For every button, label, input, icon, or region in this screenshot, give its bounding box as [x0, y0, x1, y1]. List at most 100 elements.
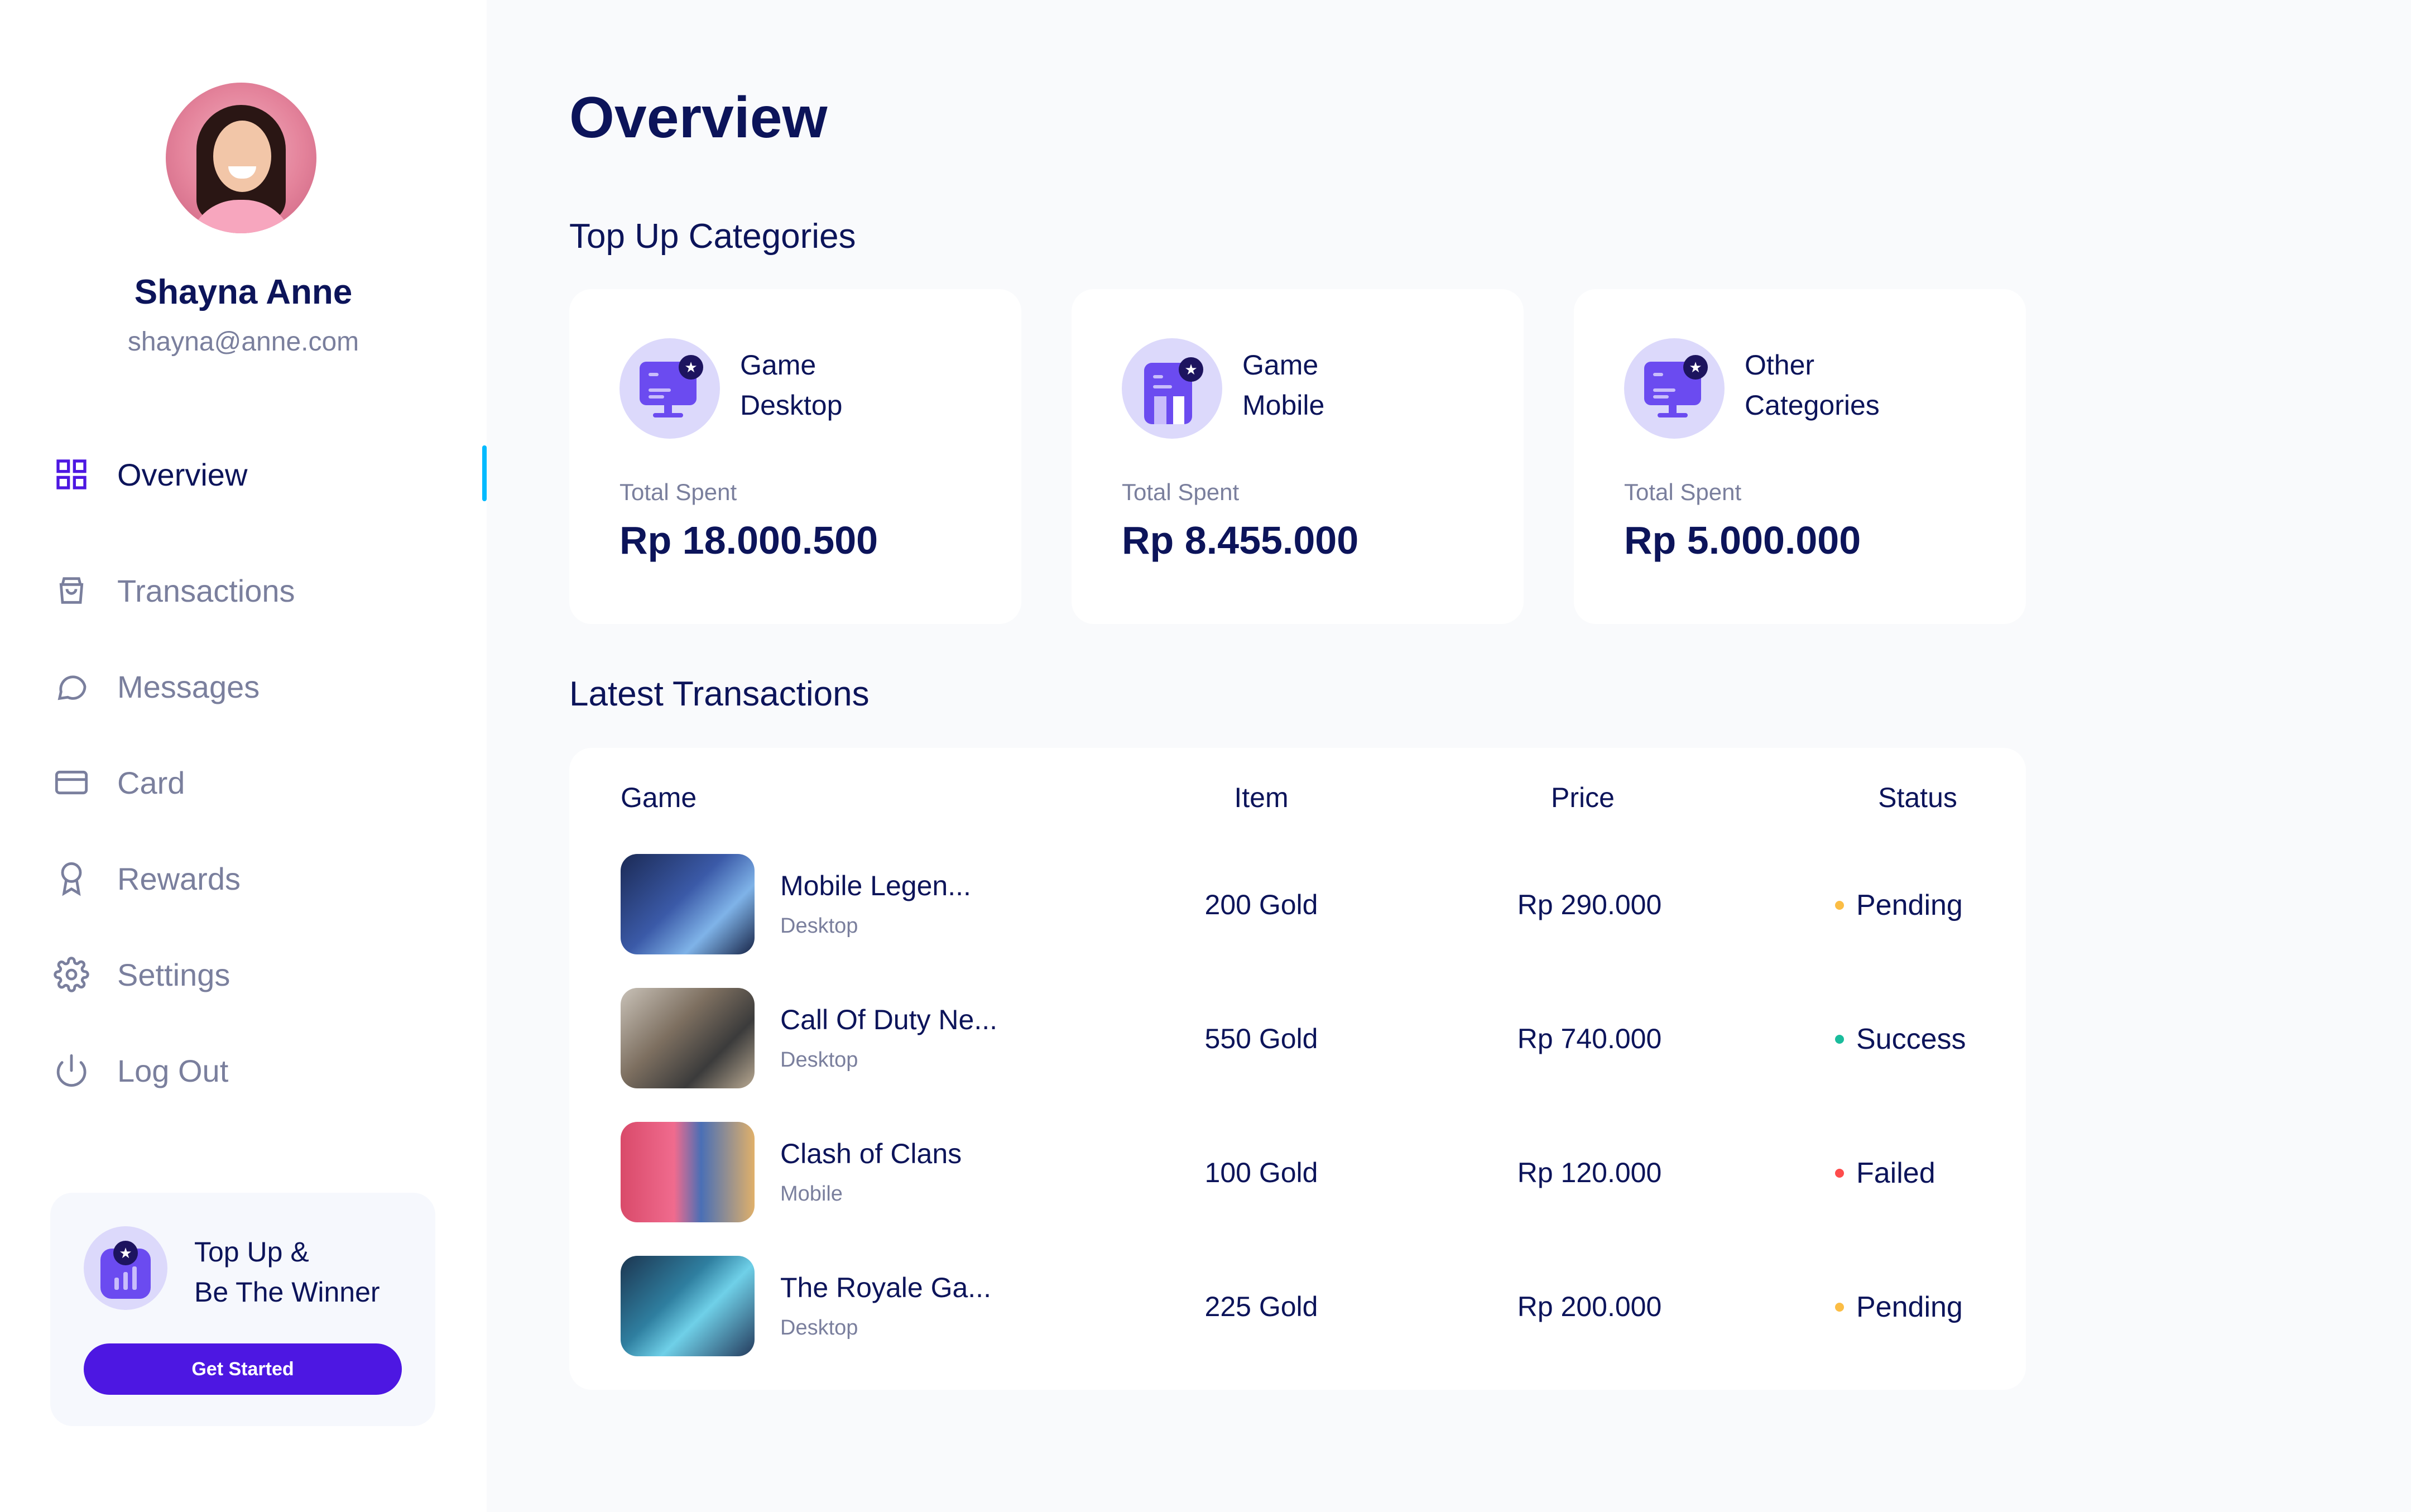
game-name: Call Of Duty Ne...	[780, 1004, 997, 1035]
svg-text:★: ★	[119, 1245, 132, 1262]
award-icon	[51, 858, 92, 899]
sidebar-item-card[interactable]: Card	[51, 735, 487, 831]
svg-text:★: ★	[1689, 359, 1702, 376]
game-name: Mobile Legen...	[780, 870, 971, 901]
game-platform: Desktop	[780, 914, 858, 938]
grid-icon	[51, 454, 92, 495]
category-label-line-2: Categories	[1745, 390, 1880, 421]
sidebar-item-label: Rewards	[117, 861, 241, 896]
profile-name: Shayna Anne	[134, 273, 353, 311]
sidebar-item-label: Settings	[117, 957, 230, 992]
category-label: Game Mobile	[1242, 345, 1499, 425]
category-label-line-1: Other	[1745, 349, 1815, 381]
total-spent-amount: Rp 5.000.000	[1624, 519, 1861, 562]
status-text: Pending	[1856, 889, 1963, 921]
column-header-game: Game	[621, 782, 697, 813]
total-spent-label: Total Spent	[1122, 479, 1240, 505]
column-header-status: Status	[1878, 782, 1957, 813]
item-value: 550 Gold	[1204, 1023, 1318, 1054]
total-spent-amount: Rp 8.455.000	[1122, 519, 1359, 562]
item-value: 225 Gold	[1204, 1291, 1318, 1322]
sidebar-item-messages[interactable]: Messages	[51, 639, 487, 735]
category-label: Game Desktop	[740, 345, 997, 425]
total-spent-amount: Rp 18.000.500	[619, 519, 878, 562]
game-name: The Royale Ga...	[780, 1272, 991, 1303]
status-dot	[1835, 1169, 1844, 1178]
status-dot	[1835, 1035, 1844, 1044]
sidebar-item-label: Messages	[117, 669, 260, 704]
status-text: Pending	[1856, 1291, 1963, 1323]
category-card-other[interactable]: ★ Other Categories Total Spent Rp 5.000.…	[1574, 289, 2026, 624]
categories-title: Top Up Categories	[569, 217, 856, 256]
category-label-line-1: Game	[740, 349, 817, 381]
transactions-table: Game Item Price Status Mobile Legen... D…	[569, 748, 2026, 1390]
price-value: Rp 200.000	[1517, 1291, 1662, 1322]
shopping-bag-icon	[51, 570, 92, 611]
sidebar-item-label: Log Out	[117, 1053, 229, 1088]
game-name: Clash of Clans	[780, 1138, 962, 1169]
svg-text:★: ★	[684, 359, 697, 376]
sidebar-item-rewards[interactable]: Rewards	[51, 831, 487, 927]
item-value: 100 Gold	[1204, 1157, 1318, 1188]
category-card-game-mobile[interactable]: ★ Game Mobile Total Spent Rp 8.455.000	[1072, 289, 1524, 624]
desktop-icon: ★	[1624, 338, 1725, 439]
game-thumbnail	[621, 854, 755, 954]
category-label-line-2: Desktop	[740, 390, 843, 421]
active-indicator	[482, 445, 487, 501]
item-value: 200 Gold	[1204, 889, 1318, 920]
sidebar-item-transactions[interactable]: Transactions	[51, 543, 487, 639]
svg-text:★: ★	[1184, 362, 1197, 378]
sidebar-item-settings[interactable]: Settings	[51, 927, 487, 1023]
table-row[interactable]: Mobile Legen... Desktop 200 Gold Rp 290.…	[569, 854, 2026, 954]
profile-email: shayna@anne.com	[127, 327, 359, 357]
gear-icon	[51, 954, 92, 995]
avatar[interactable]	[166, 83, 316, 233]
sidebar-item-label: Card	[117, 765, 185, 800]
status-dot	[1835, 901, 1844, 910]
sidebar-item-label: Transactions	[117, 573, 295, 608]
sidebar-item-label: Overview	[117, 457, 248, 492]
status-badge: Success	[1835, 1023, 1966, 1056]
promo-card: ★ Top Up & Be The Winner Get Started	[50, 1193, 435, 1426]
total-spent-label: Total Spent	[619, 479, 737, 505]
table-row[interactable]: Clash of Clans Mobile 100 Gold Rp 120.00…	[569, 1122, 2026, 1222]
price-value: Rp 290.000	[1517, 889, 1662, 920]
category-label-line-1: Game	[1242, 349, 1319, 381]
mobile-icon: ★	[1122, 338, 1222, 439]
game-thumbnail	[621, 1122, 755, 1222]
total-spent-label: Total Spent	[1624, 479, 1742, 505]
table-row[interactable]: The Royale Ga... Desktop 225 Gold Rp 200…	[569, 1256, 2026, 1356]
status-badge: Pending	[1835, 889, 1963, 922]
category-label-line-2: Mobile	[1242, 390, 1325, 421]
get-started-button[interactable]: Get Started	[84, 1343, 402, 1395]
price-value: Rp 740.000	[1517, 1023, 1662, 1054]
sidebar-item-logout[interactable]: Log Out	[51, 1023, 487, 1119]
credit-card-icon	[51, 762, 92, 803]
trophy-chart-icon: ★	[84, 1226, 167, 1310]
status-text: Success	[1856, 1023, 1966, 1055]
game-thumbnail	[621, 988, 755, 1088]
category-card-game-desktop[interactable]: ★ Game Desktop Total Spent Rp 18.000.500	[569, 289, 1021, 624]
table-row[interactable]: Call Of Duty Ne... Desktop 550 Gold Rp 7…	[569, 988, 2026, 1088]
main-content: Overview Top Up Categories ★ Game Deskto…	[487, 0, 2411, 1512]
column-header-item: Item	[1234, 782, 1289, 813]
sidebar-item-overview[interactable]: Overview	[51, 445, 487, 502]
status-badge: Pending	[1835, 1290, 1963, 1324]
game-platform: Desktop	[780, 1048, 858, 1072]
app-root: Shayna Anne shayna@anne.com Overview Tra…	[0, 0, 2411, 1512]
status-badge: Failed	[1835, 1156, 1935, 1190]
game-platform: Mobile	[780, 1182, 843, 1206]
category-label: Other Categories	[1745, 345, 2001, 425]
status-text: Failed	[1856, 1157, 1935, 1189]
desktop-icon: ★	[619, 338, 720, 439]
sidebar-nav: Overview Transactions Messages Card Rewa…	[51, 445, 487, 1119]
game-thumbnail	[621, 1256, 755, 1356]
power-icon	[51, 1050, 92, 1091]
game-platform: Desktop	[780, 1316, 858, 1340]
promo-line-2: Be The Winner	[194, 1276, 380, 1308]
transactions-title: Latest Transactions	[569, 675, 870, 713]
sidebar: Shayna Anne shayna@anne.com Overview Tra…	[0, 0, 487, 1512]
chat-bubble-icon	[51, 666, 92, 707]
promo-line-1: Top Up &	[194, 1236, 309, 1268]
column-header-price: Price	[1551, 782, 1615, 813]
